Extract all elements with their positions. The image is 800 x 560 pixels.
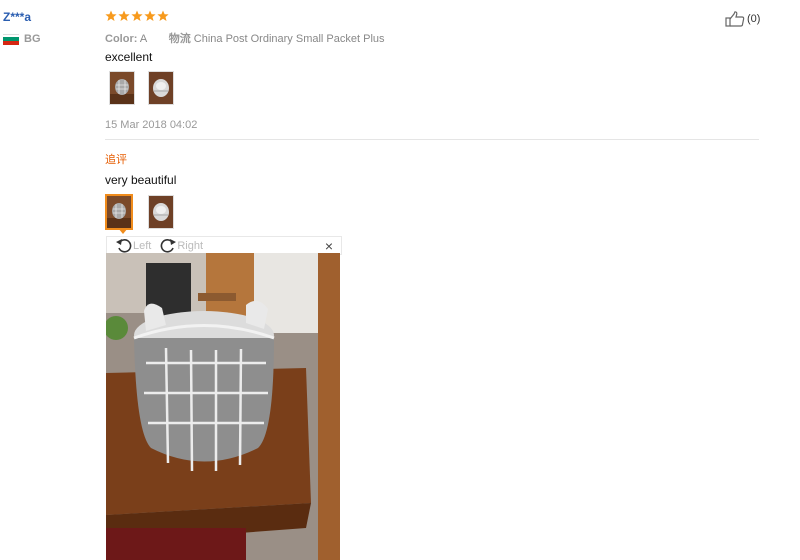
followup-label: 追评	[105, 154, 127, 166]
rotate-right-button[interactable]: Right	[159, 238, 203, 254]
helpful-count: (0)	[747, 13, 761, 25]
star-icon	[105, 10, 117, 21]
shipping-label: 物流	[168, 33, 191, 45]
shipping-value: China Post Ordinary Small Packet Plus	[193, 33, 385, 45]
star-icon	[157, 10, 169, 21]
rotate-left-button[interactable]: Left	[115, 238, 151, 254]
review-date: 15 Mar 2018 04:02	[105, 119, 198, 131]
followup-image-thumb-selected[interactable]	[105, 194, 133, 230]
star-icon	[118, 10, 130, 21]
star-icon	[144, 10, 156, 21]
review-text: excellent	[105, 50, 153, 64]
rotate-right-icon	[161, 238, 177, 253]
star-icon	[131, 10, 143, 21]
rating-stars	[105, 10, 169, 22]
followup-image-thumb[interactable]	[148, 195, 174, 229]
review-meta: Color: A 物流 China Post Ordinary Small Pa…	[105, 30, 385, 46]
color-value: A	[139, 33, 147, 45]
reviewer-country: BG	[3, 33, 41, 45]
thumbs-up-icon	[725, 11, 745, 27]
selected-pointer-icon	[118, 228, 128, 234]
color-label: Color:	[105, 33, 138, 45]
review-image-thumb[interactable]	[109, 71, 135, 105]
followup-text: very beautiful	[105, 173, 177, 187]
divider	[105, 139, 759, 140]
rotate-left-icon	[116, 238, 132, 253]
helpful-button[interactable]: (0)	[725, 11, 760, 27]
reviewer-name: Z***a	[3, 10, 32, 24]
rotate-right-label: Right	[177, 239, 204, 252]
country-code: BG	[24, 33, 41, 45]
rotate-left-label: Left	[133, 239, 152, 252]
review-photo-enlarged	[106, 253, 340, 560]
review-image-thumb[interactable]	[148, 71, 174, 105]
close-icon[interactable]: ×	[325, 239, 333, 253]
bulgaria-flag-icon	[3, 33, 19, 45]
